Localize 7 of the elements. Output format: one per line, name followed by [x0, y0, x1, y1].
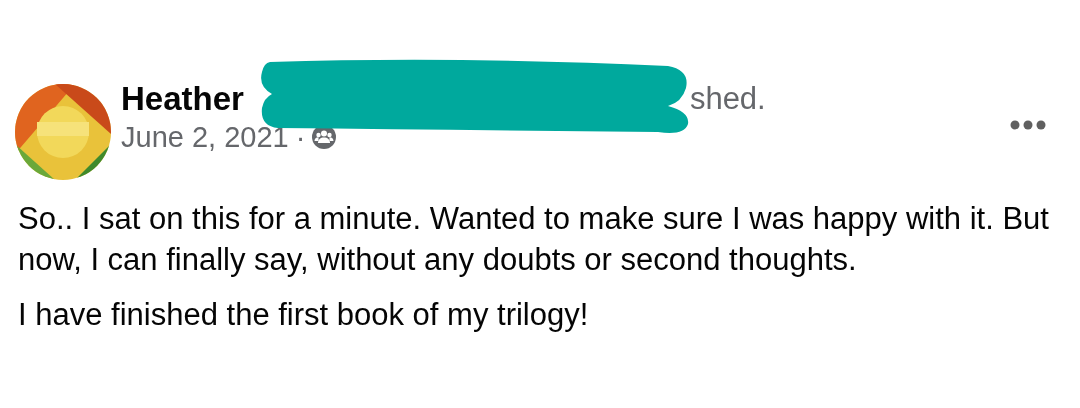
- post-text: So.. I sat on this for a minute. Wanted to make sure I was happy with it. But now, I can finally say, without any doubts or second thoughts.: [18, 200, 1050, 279]
- post-date[interactable]: June 2, 2021: [121, 120, 289, 154]
- post-text: I have finished the first book of my trilogy!: [18, 296, 590, 334]
- author-name[interactable]: Heather: [121, 80, 244, 118]
- more-options-icon[interactable]: [1010, 119, 1046, 130]
- separator-dot: ·: [295, 120, 306, 154]
- headline-text: shed.: [689, 80, 766, 118]
